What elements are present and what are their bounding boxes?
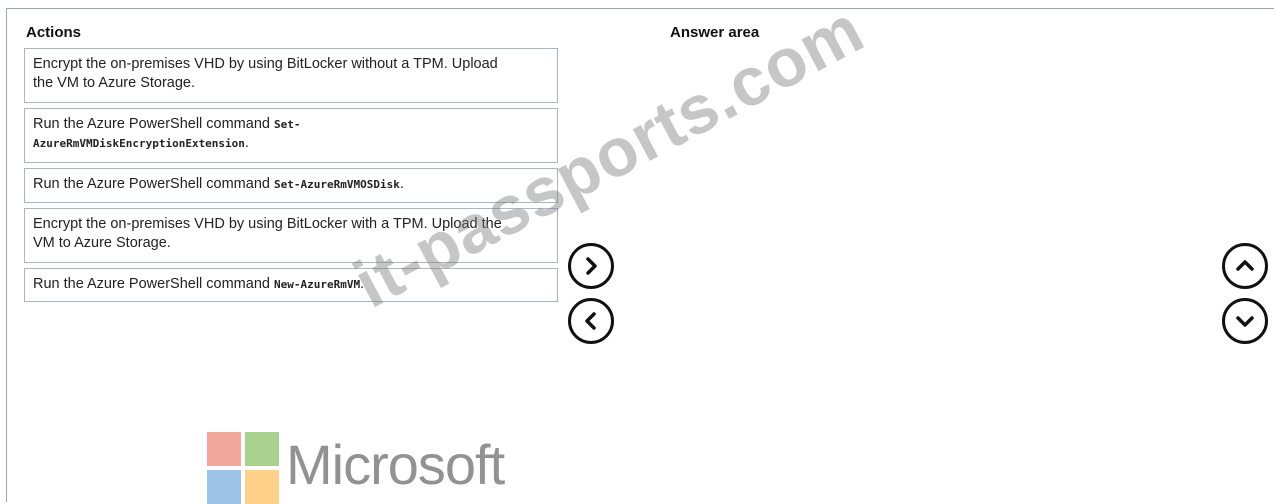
logo-square-blue (207, 470, 241, 504)
actions-heading: Actions (26, 24, 82, 41)
move-right-button[interactable] (568, 243, 614, 289)
move-left-button[interactable] (568, 298, 614, 344)
logo-square-yellow (245, 470, 279, 504)
action-command: Set- (274, 118, 301, 131)
action-text: Run the Azure PowerShell command (33, 176, 274, 192)
logo-square-green (245, 432, 279, 466)
chevron-down-icon (1236, 316, 1254, 327)
action-command: Set-AzureRmVMOSDisk (274, 178, 400, 191)
action-text: the VM to Azure Storage. (33, 75, 196, 91)
microsoft-logo-text: Microsoft (286, 433, 505, 496)
action-item-5[interactable]: Run the Azure PowerShell command New-Azu… (24, 268, 558, 302)
action-text: Encrypt the on-premises VHD by using Bit… (33, 56, 498, 72)
action-item-1[interactable]: Encrypt the on-premises VHD by using Bit… (24, 48, 558, 103)
action-item-2[interactable]: Run the Azure PowerShell command Set- Az… (24, 108, 558, 163)
action-text: Run the Azure PowerShell command (33, 276, 274, 292)
action-text: . (399, 176, 404, 192)
move-down-button[interactable] (1222, 298, 1268, 344)
action-text: . (244, 135, 249, 151)
action-command: AzureRmVMDiskEncryptionExtension (33, 137, 245, 150)
chevron-left-icon (585, 312, 596, 330)
move-up-button[interactable] (1222, 243, 1268, 289)
logo-square-red (207, 432, 241, 466)
chevron-up-icon (1236, 260, 1254, 271)
action-command: New-AzureRmVM (274, 278, 361, 291)
chevron-right-icon (586, 257, 597, 275)
action-text: VM to Azure Storage. (33, 235, 171, 251)
action-text: Run the Azure PowerShell command (33, 116, 274, 132)
